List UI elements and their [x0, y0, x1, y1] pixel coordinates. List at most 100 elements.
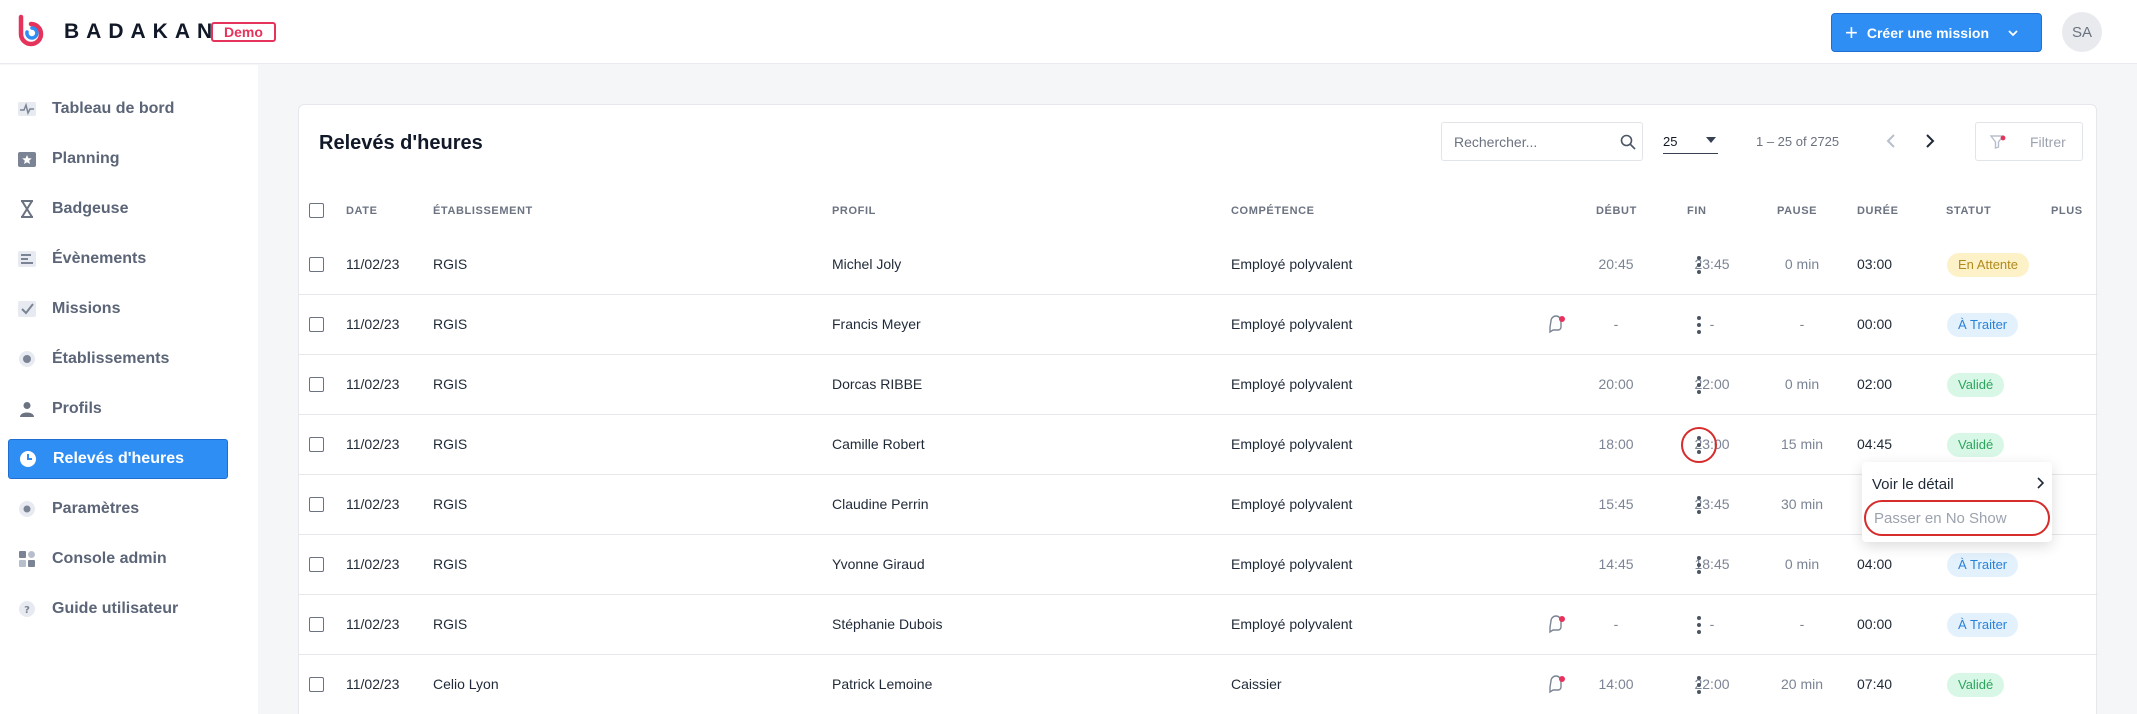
cell-pause: - — [1799, 616, 1805, 632]
sidebar-item-evenements[interactable]: Évènements — [8, 239, 228, 279]
sidebar-item-badgeuse[interactable]: Badgeuse — [8, 189, 228, 229]
cell-competence: Employé polyvalent — [1231, 316, 1353, 332]
brand-name[interactable]: BADAKAN — [64, 20, 219, 44]
sidebar-item-parametres[interactable]: Paramètres — [8, 489, 228, 529]
row-checkbox[interactable] — [309, 617, 324, 632]
column-header-date[interactable]: DATE — [346, 205, 378, 217]
more-options-button[interactable] — [1684, 490, 1714, 520]
sidebar-item-console-admin[interactable]: Console admin — [8, 539, 228, 579]
row-checkbox[interactable] — [309, 497, 324, 512]
per-page-select[interactable]: 25 — [1663, 129, 1718, 154]
more-options-button-active[interactable] — [1681, 427, 1717, 463]
filter-label: Filtrer — [2030, 133, 2066, 150]
cell-date: 11/02/23 — [346, 256, 400, 272]
previous-page-button[interactable] — [1879, 129, 1903, 153]
sidebar-item-planning[interactable]: Planning — [8, 139, 228, 179]
cell-date: 11/02/23 — [346, 556, 400, 572]
badakan-logo-icon[interactable] — [14, 14, 48, 48]
cell-debut: 14:00 — [1598, 676, 1634, 692]
cell-etablissement: RGIS — [433, 376, 468, 392]
column-header-competence[interactable]: COMPÉTENCE — [1231, 205, 1315, 217]
cell-duree: 03:00 — [1857, 256, 1893, 272]
caret-down-icon — [1706, 137, 1716, 143]
cell-profil: Stéphanie Dubois — [832, 616, 943, 632]
table-row[interactable]: 11/02/23 RGIS Stéphanie Dubois Employé p… — [299, 595, 2098, 655]
row-checkbox[interactable] — [309, 317, 324, 332]
cell-profil: Michel Joly — [832, 256, 902, 272]
comment-notification-icon[interactable] — [1547, 615, 1567, 635]
row-checkbox[interactable] — [309, 377, 324, 392]
cell-competence: Caissier — [1231, 676, 1282, 692]
help-icon: ? — [16, 598, 38, 620]
table-header: DATE ÉTABLISSEMENT PROFIL COMPÉTENCE DÉB… — [299, 197, 2098, 227]
search-box[interactable] — [1441, 122, 1643, 161]
table-row[interactable]: 11/02/23 RGIS Camille Robert Employé pol… — [299, 415, 2098, 475]
status-badge: À Traiter — [1947, 613, 2019, 637]
column-header-pause[interactable]: PAUSE — [1777, 205, 1817, 217]
row-checkbox[interactable] — [309, 557, 324, 572]
sidebar-item-tableau-de-bord[interactable]: Tableau de bord — [8, 89, 228, 129]
comment-notification-icon[interactable] — [1547, 675, 1567, 695]
column-header-debut[interactable]: DÉBUT — [1596, 205, 1637, 217]
cell-profil: Yvonne Giraud — [832, 556, 925, 572]
comment-notification-icon[interactable] — [1547, 315, 1567, 335]
menu-item-passer-en-no-show[interactable]: Passer en No Show — [1864, 500, 2050, 536]
more-options-button[interactable] — [1684, 310, 1714, 340]
search-icon[interactable] — [1620, 134, 1636, 150]
row-checkbox[interactable] — [309, 677, 324, 692]
cell-profil: Francis Meyer — [832, 316, 921, 332]
table-row[interactable]: 11/02/23 RGIS Michel Joly Employé polyva… — [299, 235, 2098, 295]
cell-date: 11/02/23 — [346, 496, 400, 512]
row-checkbox[interactable] — [309, 437, 324, 452]
create-mission-label: Créer une mission — [1866, 24, 1990, 41]
more-options-button[interactable] — [1684, 610, 1714, 640]
table-row[interactable]: 11/02/23 Celio Lyon Patrick Lemoine Cais… — [299, 655, 2098, 714]
filter-button[interactable]: Filtrer — [1975, 122, 2083, 161]
select-all-checkbox[interactable] — [309, 203, 324, 218]
cell-duree: 00:00 — [1857, 616, 1893, 632]
sidebar-item-guide-utilisateur[interactable]: ? Guide utilisateur — [8, 589, 228, 629]
column-header-statut[interactable]: STATUT — [1946, 205, 1991, 217]
sidebar-item-missions[interactable]: Missions — [8, 289, 228, 329]
cell-pause: - — [1799, 316, 1805, 332]
next-page-button[interactable] — [1918, 129, 1942, 153]
row-checkbox[interactable] — [309, 257, 324, 272]
table-row[interactable]: 11/02/23 RGIS Claudine Perrin Employé po… — [299, 475, 2098, 535]
cell-competence: Employé polyvalent — [1231, 376, 1353, 392]
cell-duree: 04:45 — [1857, 436, 1893, 452]
cell-profil: Camille Robert — [832, 436, 925, 452]
sidebar-item-label: Guide utilisateur — [52, 600, 179, 617]
sidebar-item-etablissements[interactable]: Établissements — [8, 339, 228, 379]
table-row[interactable]: 11/02/23 RGIS Francis Meyer Employé poly… — [299, 295, 2098, 355]
menu-item-voir-le-detail[interactable]: Voir le détail — [1872, 472, 2044, 496]
location-icon — [16, 348, 38, 370]
status-badge: En Attente — [1947, 253, 2029, 277]
demo-badge: Demo — [211, 22, 276, 42]
more-options-button[interactable] — [1684, 670, 1714, 700]
search-input[interactable] — [1454, 133, 1614, 150]
column-header-duree[interactable]: DURÉE — [1857, 205, 1899, 217]
chevron-down-icon[interactable] — [2007, 27, 2019, 39]
table-row[interactable]: 11/02/23 RGIS Yvonne Giraud Employé poly… — [299, 535, 2098, 595]
more-options-button[interactable] — [1684, 250, 1714, 280]
more-options-button[interactable] — [1684, 550, 1714, 580]
column-header-fin[interactable]: FIN — [1687, 205, 1707, 217]
cell-competence: Employé polyvalent — [1231, 496, 1353, 512]
user-avatar[interactable]: SA — [2062, 12, 2102, 52]
sidebar-item-profils[interactable]: Profils — [8, 389, 228, 429]
cell-duree: 07:40 — [1857, 676, 1893, 692]
cell-pause: 30 min — [1780, 496, 1824, 512]
create-mission-button[interactable]: + Créer une mission — [1831, 13, 2042, 52]
column-header-etablissement[interactable]: ÉTABLISSEMENT — [433, 205, 533, 217]
sidebar: Tableau de bord Planning Badgeuse Évènem… — [0, 65, 258, 714]
sidebar-item-releves-d-heures[interactable]: Relevés d'heures — [8, 439, 228, 479]
grid-icon — [16, 548, 38, 570]
cell-duree: 02:00 — [1857, 376, 1893, 392]
cell-duree: 04:00 — [1857, 556, 1893, 572]
more-options-button[interactable] — [1684, 370, 1714, 400]
column-header-profil[interactable]: PROFIL — [832, 205, 876, 217]
sidebar-item-label: Missions — [52, 300, 121, 317]
table-row[interactable]: 11/02/23 RGIS Dorcas RIBBE Employé polyv… — [299, 355, 2098, 415]
cell-debut: - — [1613, 316, 1619, 332]
per-page-value: 25 — [1663, 133, 1678, 149]
